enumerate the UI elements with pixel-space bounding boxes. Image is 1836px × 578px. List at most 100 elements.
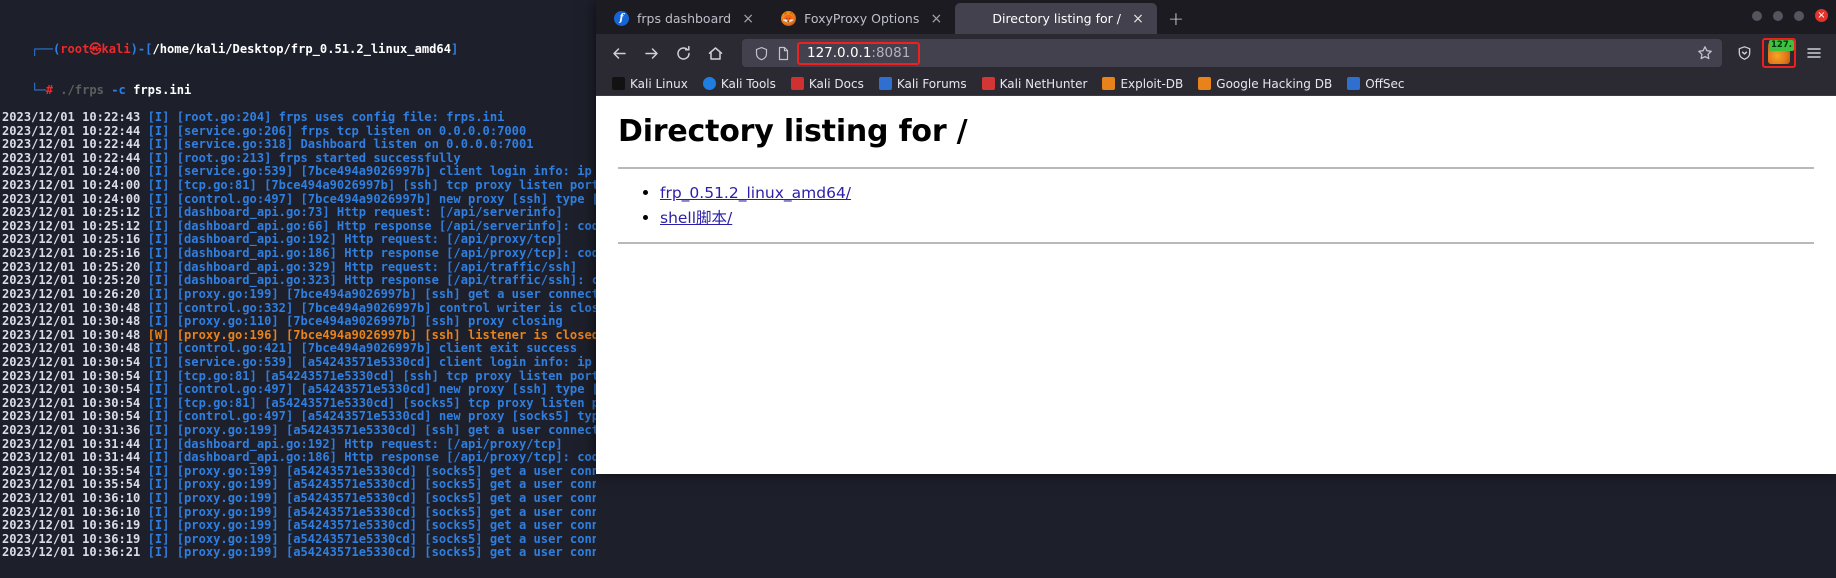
log-level: [I] bbox=[147, 477, 177, 492]
log-message: [control.go:421] [7bce494a9026997b] clie… bbox=[176, 341, 578, 356]
log-message: [root.go:213] frps started successfully bbox=[176, 150, 461, 165]
tab-close-icon[interactable]: × bbox=[1129, 10, 1147, 28]
log-level: [I] bbox=[147, 545, 177, 560]
bookmark-offsec[interactable]: OffSec bbox=[1341, 75, 1410, 93]
log-timestamp: 2023/12/01 10:31:36 bbox=[2, 422, 148, 437]
shield-chevron-icon bbox=[1738, 45, 1750, 60]
bookmark-kali-forums[interactable]: Kali Forums bbox=[873, 75, 973, 93]
directory-link[interactable]: shell脚本/ bbox=[660, 209, 732, 227]
log-message: [dashboard_api.go:329] Http request: [/a… bbox=[176, 259, 578, 274]
tab-close-icon[interactable]: × bbox=[927, 10, 945, 28]
foxyproxy-extension-icon[interactable]: 127. bbox=[1768, 40, 1794, 64]
bookmark-google-hacking-db[interactable]: Google Hacking DB bbox=[1192, 75, 1338, 93]
page-info-icon[interactable] bbox=[772, 42, 794, 64]
back-button[interactable] bbox=[604, 38, 634, 68]
log-level: [I] bbox=[147, 178, 177, 193]
kali-nethunter-icon bbox=[981, 77, 995, 90]
log-timestamp: 2023/12/01 10:31:44 bbox=[2, 436, 148, 451]
reload-button[interactable] bbox=[668, 38, 698, 68]
tab-frps-dashboard[interactable]: f frps dashboard × bbox=[600, 3, 767, 34]
app-menu-button[interactable] bbox=[1800, 39, 1828, 67]
home-button[interactable] bbox=[700, 38, 730, 68]
log-message: [control.go:497] [a54243571e5330cd] new … bbox=[176, 409, 636, 424]
forward-button[interactable] bbox=[636, 38, 666, 68]
log-message: [service.go:539] [7bce494a9026997b] clie… bbox=[176, 164, 636, 179]
log-level: [W] bbox=[147, 327, 177, 342]
log-level: [I] bbox=[147, 518, 177, 533]
bookmark-kali-tools[interactable]: Kali Tools bbox=[697, 75, 782, 93]
close-window-icon[interactable]: × bbox=[1815, 9, 1828, 22]
url-bar[interactable]: 127.0.0.1:8081 bbox=[742, 39, 1722, 67]
divider-bottom bbox=[618, 242, 1814, 244]
log-timestamp: 2023/12/01 10:25:16 bbox=[2, 246, 148, 261]
foxyproxy-highlight-box[interactable]: 127. bbox=[1762, 38, 1796, 68]
log-level: [I] bbox=[147, 109, 177, 124]
url-text: 127.0.0.1:8081 bbox=[807, 45, 910, 61]
list-item: shell脚本/ bbox=[660, 206, 1814, 228]
bookmarks-toolbar: Kali Linux Kali Tools Kali Docs Kali For… bbox=[596, 72, 1836, 96]
prompt-user: root bbox=[60, 41, 90, 56]
log-timestamp: 2023/12/01 10:30:48 bbox=[2, 300, 148, 315]
log-message: [tcp.go:81] [a54243571e5330cd] [socks5] … bbox=[176, 395, 636, 410]
firefox-window[interactable]: f frps dashboard × 🦊 FoxyProxy Options ×… bbox=[596, 0, 1836, 474]
log-timestamp: 2023/12/01 10:36:10 bbox=[2, 491, 148, 506]
log-message: [dashboard_api.go:186] Http response [/a… bbox=[176, 246, 636, 261]
log-timestamp: 2023/12/01 10:24:00 bbox=[2, 164, 148, 179]
bookmark-exploit-db[interactable]: Exploit-DB bbox=[1096, 75, 1189, 93]
frps-favicon-icon: f bbox=[614, 11, 629, 26]
log-timestamp: 2023/12/01 10:22:44 bbox=[2, 150, 148, 165]
log-level: [I] bbox=[147, 286, 177, 301]
url-host: 127.0.0.1 bbox=[807, 44, 872, 61]
log-level: [I] bbox=[147, 314, 177, 329]
tab-directory-listing[interactable]: Directory listing for / × bbox=[955, 3, 1157, 34]
log-level: [I] bbox=[147, 137, 177, 152]
log-level: [I] bbox=[147, 191, 177, 206]
bookmark-kali-docs[interactable]: Kali Docs bbox=[785, 75, 870, 93]
hamburger-menu-icon bbox=[1807, 48, 1821, 58]
log-message: [root.go:204] frps uses config file: frp… bbox=[176, 109, 505, 124]
restore-button-icon[interactable] bbox=[1794, 10, 1804, 21]
tab-foxyproxy-options[interactable]: 🦊 FoxyProxy Options × bbox=[767, 3, 955, 34]
log-message: [dashboard_api.go:192] Http request: [/a… bbox=[176, 232, 563, 247]
arrow-left-icon bbox=[612, 47, 626, 59]
tab-label: frps dashboard bbox=[637, 11, 732, 26]
log-level: [I] bbox=[147, 436, 177, 451]
command-arg: frps.ini bbox=[133, 82, 192, 97]
log-level: [I] bbox=[147, 232, 177, 247]
log-level: [I] bbox=[147, 123, 177, 138]
bookmark-label: Kali Docs bbox=[808, 76, 864, 91]
url-port: :8081 bbox=[871, 44, 911, 61]
tab-close-icon[interactable]: × bbox=[739, 10, 757, 28]
log-level: [I] bbox=[147, 205, 177, 220]
log-timestamp: 2023/12/01 10:25:20 bbox=[2, 259, 148, 274]
exploit-db-icon bbox=[1102, 77, 1116, 90]
log-level: [I] bbox=[147, 218, 177, 233]
bookmark-kali-nethunter[interactable]: Kali NetHunter bbox=[976, 75, 1094, 93]
directory-link[interactable]: frp_0.51.2_linux_amd64/ bbox=[660, 184, 851, 202]
log-level: [I] bbox=[147, 341, 177, 356]
log-level: [I] bbox=[147, 246, 177, 261]
new-tab-button[interactable]: + bbox=[1161, 4, 1191, 34]
foxyproxy-badge: 127. bbox=[1769, 40, 1794, 51]
shield-icon[interactable] bbox=[750, 42, 772, 64]
bookmark-kali-linux[interactable]: Kali Linux bbox=[606, 75, 694, 93]
account-button[interactable] bbox=[1730, 39, 1758, 67]
log-message: [proxy.go:199] [a54243571e5330cd] [ssh] … bbox=[176, 422, 629, 437]
divider-top bbox=[618, 167, 1814, 169]
log-message: [control.go:497] [7bce494a9026997b] new … bbox=[176, 191, 629, 206]
maximize-button-icon[interactable] bbox=[1773, 10, 1783, 21]
log-level: [I] bbox=[147, 504, 177, 519]
bookmark-label: Kali Tools bbox=[720, 76, 776, 91]
bookmark-star-icon[interactable] bbox=[1694, 42, 1716, 64]
log-message: [dashboard_api.go:73] Http request: [/ap… bbox=[176, 205, 563, 220]
directory-listing: frp_0.51.2_linux_amd64/shell脚本/ bbox=[618, 183, 1814, 228]
log-timestamp: 2023/12/01 10:30:54 bbox=[2, 354, 148, 369]
log-level: [I] bbox=[147, 491, 177, 506]
minimize-button-icon[interactable] bbox=[1752, 10, 1762, 21]
log-timestamp: 2023/12/01 10:31:44 bbox=[2, 450, 148, 465]
log-timestamp: 2023/12/01 10:25:20 bbox=[2, 273, 148, 288]
log-level: [I] bbox=[147, 150, 177, 165]
log-message: [tcp.go:81] [a54243571e5330cd] [ssh] tcp… bbox=[176, 368, 636, 383]
tab-label: FoxyProxy Options bbox=[804, 11, 920, 26]
log-timestamp: 2023/12/01 10:30:54 bbox=[2, 409, 148, 424]
